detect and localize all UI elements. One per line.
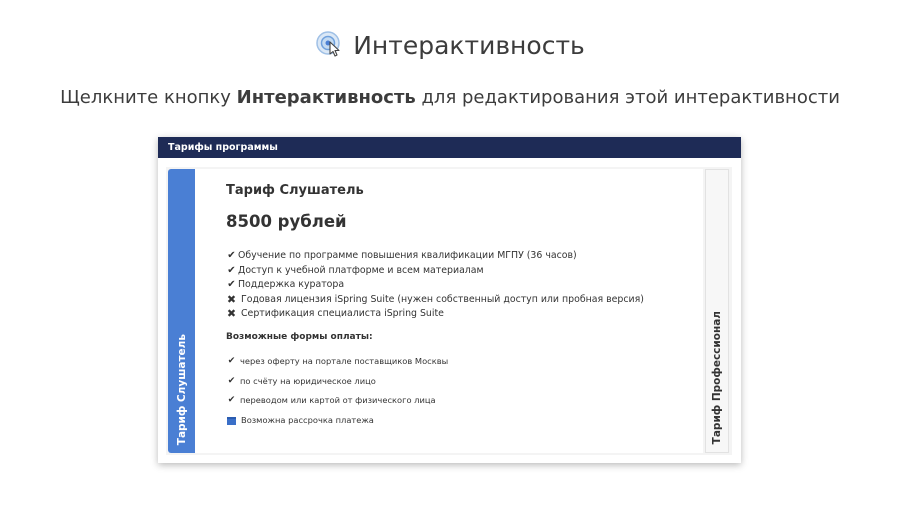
feature-item: ✖ Годовая лицензия iSpring Suite (нужен с… bbox=[226, 293, 696, 308]
check-icon: ✔ bbox=[227, 250, 236, 261]
check-icon: ✔ bbox=[227, 375, 236, 386]
instruction-prefix: Щелкните кнопку bbox=[60, 87, 237, 108]
payment-item: ✔ через оферту на портале поставщиков Мос… bbox=[226, 352, 696, 372]
tariffs-widget: Тарифы программы Тариф Слушатель Тариф С… bbox=[158, 137, 741, 463]
pointer-click-icon bbox=[315, 30, 345, 60]
tab-listener[interactable]: Тариф Слушатель bbox=[168, 169, 195, 453]
payment-text: через оферту на портале поставщиков Моск… bbox=[240, 355, 449, 366]
check-icon: ✔ bbox=[227, 395, 236, 406]
check-icon: ✔ bbox=[227, 279, 236, 291]
page-title: Интерактивность bbox=[353, 30, 585, 60]
tariff-panel: Тариф Слушатель 8500 рублей ✔ Обучение по… bbox=[195, 169, 727, 453]
check-icon: ✔ bbox=[227, 264, 236, 276]
cross-icon: ✖ bbox=[226, 307, 237, 321]
widget-header: Тарифы программы bbox=[158, 137, 741, 158]
payment-item: ✔ по счёту на юридическое лицо bbox=[226, 372, 696, 392]
credit-card-icon bbox=[227, 416, 236, 425]
payment-item: ✔ переводом или картой от физического лиц… bbox=[226, 391, 696, 411]
payment-list: ✔ через оферту на портале поставщиков Мос… bbox=[226, 352, 696, 430]
tariff-content: Тариф Слушатель 8500 рублей ✔ Обучение по… bbox=[226, 183, 696, 430]
feature-item: ✔ Обучение по программе повышения квалифи… bbox=[226, 249, 696, 264]
tab-professional[interactable]: Тариф Профессионал bbox=[705, 169, 729, 453]
feature-item: ✔ Доступ к учебной платформе и всем матер… bbox=[226, 264, 696, 279]
accordion-body: Тариф Слушатель Тариф Слушатель 8500 руб… bbox=[166, 167, 732, 455]
feature-text: Обучение по программе повышения квалифик… bbox=[238, 250, 577, 261]
feature-text: Доступ к учебной платформе и всем матери… bbox=[238, 264, 484, 276]
feature-list: ✔ Обучение по программе повышения квалифи… bbox=[226, 249, 696, 322]
payment-text: по счёту на юридическое лицо bbox=[240, 375, 376, 386]
tariff-price: 8500 рублей bbox=[226, 212, 347, 231]
payment-text: Возможна рассрочка платежа bbox=[241, 414, 374, 425]
cross-icon: ✖ bbox=[226, 292, 237, 306]
feature-item: ✖ Сертификация специалиста iSpring Suite bbox=[226, 307, 696, 322]
payment-text: переводом или картой от физического лица bbox=[240, 395, 436, 406]
instruction-suffix: для редактирования этой интерактивности bbox=[415, 87, 840, 108]
payment-title: Возможные формы оплаты: bbox=[226, 331, 373, 342]
feature-item: ✔ Поддержка куратора bbox=[226, 278, 696, 293]
tab-listener-label: Тариф Слушатель bbox=[175, 333, 188, 445]
instruction-bold: Интерактивность bbox=[236, 87, 416, 108]
feature-text: Сертификация специалиста iSpring Suite bbox=[241, 308, 444, 320]
tariff-name: Тариф Слушатель bbox=[226, 183, 364, 198]
tab-professional-label: Тариф Профессионал bbox=[711, 310, 723, 444]
payment-item: Возможна рассрочка платежа bbox=[226, 411, 696, 431]
feature-text: Поддержка куратора bbox=[238, 279, 345, 291]
page-header: Интерактивность bbox=[0, 30, 900, 60]
instruction-text: Щелкните кнопку Интерактивность для реда… bbox=[0, 87, 900, 108]
feature-text: Годовая лицензия iSpring Suite (нужен со… bbox=[241, 293, 644, 305]
check-icon: ✔ bbox=[227, 355, 236, 366]
